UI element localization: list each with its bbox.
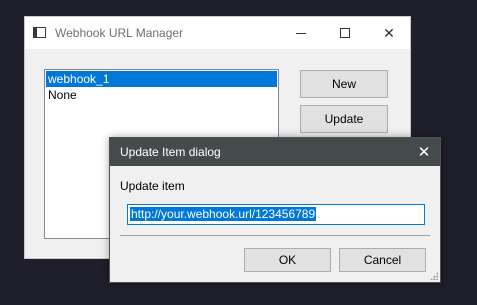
close-button[interactable]: ✕: [367, 17, 411, 49]
main-titlebar[interactable]: Webhook URL Manager ✕: [25, 17, 410, 49]
list-item[interactable]: webhook_1: [46, 71, 277, 87]
maximize-icon: [340, 28, 350, 38]
window-title: Webhook URL Manager: [55, 26, 184, 40]
cancel-button[interactable]: Cancel: [339, 248, 426, 272]
app-window-icon: [33, 27, 46, 38]
minimize-button[interactable]: [279, 17, 323, 49]
url-input[interactable]: http://your.webhook.url/123456789: [127, 204, 425, 225]
url-input-value: http://your.webhook.url/123456789: [130, 207, 317, 221]
resize-grip-icon[interactable]: [430, 272, 438, 280]
close-icon: ✕: [383, 24, 395, 41]
update-button[interactable]: Update: [300, 105, 388, 133]
list-item[interactable]: None: [46, 87, 277, 103]
dialog-title: Update Item dialog: [120, 145, 221, 159]
maximize-button[interactable]: [323, 17, 367, 49]
close-icon: ✕: [417, 144, 431, 161]
dialog-titlebar[interactable]: Update Item dialog ✕: [110, 138, 440, 166]
new-button[interactable]: New: [300, 70, 388, 98]
minimize-icon: [296, 32, 306, 34]
dialog-separator: [120, 235, 430, 236]
ok-button[interactable]: OK: [244, 248, 331, 272]
update-item-label: Update item: [120, 179, 185, 193]
update-item-dialog: Update Item dialog ✕ Update item http://…: [109, 137, 441, 283]
dialog-close-button[interactable]: ✕: [408, 138, 440, 166]
